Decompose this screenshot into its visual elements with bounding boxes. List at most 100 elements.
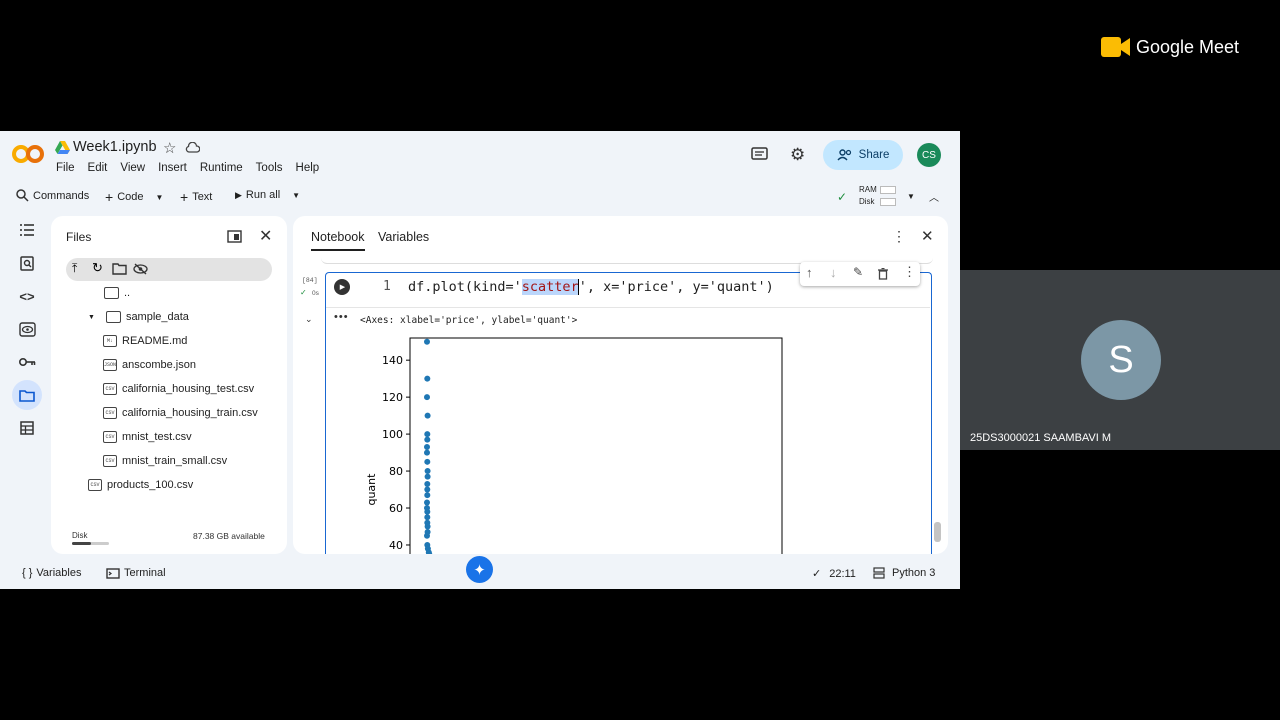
disk-label: Disk — [859, 197, 875, 206]
settings-gear-icon[interactable]: ⚙ — [790, 145, 805, 165]
edit-pencil-icon[interactable]: ✎ — [853, 265, 863, 279]
code-selection: scatter — [521, 279, 579, 295]
disk-available-text: 87.38 GB available — [193, 531, 265, 541]
delete-trash-icon[interactable] — [878, 268, 888, 280]
move-up-arrow-icon[interactable]: ↑ — [806, 265, 813, 280]
scrollbar-thumb[interactable] — [934, 522, 941, 542]
execution-status[interactable]: ✓ 22:11 — [812, 567, 856, 581]
code-snippets-icon[interactable]: <> — [12, 281, 42, 311]
tab-variables[interactable]: Variables — [378, 230, 429, 244]
file-type-icon: CSV — [103, 455, 117, 467]
scatter-chart: 40 60 80 100 120 140 quant — [365, 337, 783, 554]
terminal-button[interactable]: Terminal — [106, 567, 166, 579]
notebook-title[interactable]: Week1.ipynb — [73, 139, 157, 155]
files-panel-title: Files — [66, 230, 92, 244]
exec-count: [84] — [302, 277, 318, 284]
collapse-output-chevron-icon[interactable]: ⌄ — [305, 314, 313, 325]
connected-check-icon: ✓ — [837, 190, 848, 204]
file-item[interactable]: CSV california_housing_test.csv — [103, 383, 254, 395]
tab-notebook[interactable]: Notebook — [311, 230, 365, 251]
gemini-button[interactable]: ✦ — [466, 556, 493, 583]
scatter-point — [424, 338, 430, 345]
scatter-point — [424, 468, 431, 475]
add-text-button[interactable]: + Text — [180, 189, 212, 205]
terminal-icon — [106, 567, 120, 579]
code-cell[interactable]: ▶ 1 df.plot(kind='scatter', x='price', y… — [325, 262, 932, 554]
user-avatar[interactable]: CS — [917, 143, 941, 167]
close-icon[interactable]: ✕ — [921, 227, 934, 245]
file-item[interactable]: JSON anscombe.json — [103, 359, 196, 371]
ram-meter — [880, 186, 896, 194]
chevron-down-icon[interactable]: ▼ — [155, 193, 163, 202]
scatter-point — [424, 486, 431, 493]
more-vert-icon[interactable]: ⋮ — [892, 228, 906, 245]
variables-status-button[interactable]: { } Variables — [22, 567, 81, 579]
file-item[interactable]: CSV mnist_train_small.csv — [103, 455, 227, 467]
file-item[interactable]: CSV california_housing_train.csv — [103, 407, 258, 419]
file-type-icon: CSV — [88, 479, 102, 491]
play-icon: ▶ — [235, 189, 242, 200]
menu-tools[interactable]: Tools — [256, 162, 283, 174]
resources-indicator[interactable]: RAM Disk — [859, 184, 877, 208]
people-icon — [837, 149, 851, 161]
comment-icon[interactable] — [751, 147, 768, 163]
chevron-up-icon[interactable]: ︿ — [929, 189, 939, 204]
notebook-panel: Notebook Variables ⋮ ✕ [84] ✓ 0s ⌄ ▶ 1 d… — [293, 216, 948, 554]
y-tick-label: 40 — [389, 539, 403, 552]
refresh-icon[interactable]: ↻ — [92, 260, 103, 276]
find-replace-icon[interactable] — [12, 248, 42, 278]
commands-button[interactable]: Commands — [16, 189, 89, 202]
file-item[interactable]: M↓ README.md — [103, 335, 187, 347]
file-item[interactable]: CSV mnist_test.csv — [103, 431, 192, 443]
file-type-icon: CSV — [103, 431, 117, 443]
line-number: 1 — [383, 279, 391, 294]
folder-icon — [105, 311, 121, 323]
menu-insert[interactable]: Insert — [158, 162, 187, 174]
terminal-label: Terminal — [124, 567, 166, 579]
data-table-icon[interactable] — [12, 413, 42, 443]
move-down-arrow-icon[interactable]: ↓ — [830, 265, 837, 280]
output-menu-icon[interactable]: ••• — [334, 311, 349, 323]
table-of-contents-icon[interactable] — [12, 215, 42, 245]
folder-item[interactable]: .. — [104, 287, 130, 299]
disk-meter — [880, 198, 896, 206]
hide-files-eye-off-icon[interactable] — [133, 263, 148, 275]
menu-help[interactable]: Help — [296, 162, 320, 174]
more-vert-icon[interactable]: ⋮ — [903, 264, 916, 280]
upload-icon[interactable]: ⤒ — [72, 261, 77, 276]
cloud-icon[interactable] — [185, 142, 200, 153]
key-icon[interactable] — [12, 347, 42, 377]
scatter-point — [424, 436, 431, 443]
close-panel-icon[interactable]: ✕ — [259, 226, 272, 246]
code-editor[interactable]: df.plot(kind='scatter', x='price', y='qu… — [408, 279, 774, 295]
run-all-button[interactable]: ▶ Run all ▼ — [235, 189, 300, 201]
run-cell-button[interactable]: ▶ — [334, 279, 350, 295]
gemini-sparkle-icon: ✦ — [473, 561, 486, 579]
folder-icon — [104, 287, 119, 299]
check-icon: ✓ — [812, 568, 822, 580]
add-code-button[interactable]: + Code ▼ — [105, 189, 163, 205]
open-in-window-icon[interactable] — [227, 230, 242, 243]
menu-file[interactable]: File — [56, 162, 75, 174]
y-tick-label: 80 — [389, 465, 403, 478]
colab-logo-icon[interactable] — [12, 143, 44, 165]
expand-chevron-icon[interactable]: ▼ — [88, 314, 95, 321]
chevron-down-icon[interactable]: ▼ — [907, 192, 915, 201]
file-name: products_100.csv — [107, 479, 194, 491]
chevron-down-icon[interactable]: ▼ — [292, 191, 300, 200]
kernel-status[interactable]: Python 3 — [873, 567, 935, 579]
menu-runtime[interactable]: Runtime — [200, 162, 243, 174]
participant-tile[interactable]: S 25DS3000021 SAAMBAVI M — [960, 270, 1280, 450]
scatter-point — [424, 394, 430, 401]
menu-edit[interactable]: Edit — [88, 162, 108, 174]
share-button[interactable]: Share — [823, 140, 903, 170]
mount-drive-folder-icon[interactable] — [112, 263, 127, 275]
menu-view[interactable]: View — [120, 162, 145, 174]
files-folder-icon[interactable] — [12, 380, 42, 410]
folder-item[interactable]: ▼ sample_data — [88, 311, 189, 323]
file-item[interactable]: CSV products_100.csv — [88, 479, 193, 491]
file-name: california_housing_train.csv — [122, 407, 258, 419]
secrets-eye-icon[interactable] — [12, 314, 42, 344]
scatter-point — [424, 458, 431, 465]
star-icon[interactable]: ☆ — [163, 139, 176, 157]
